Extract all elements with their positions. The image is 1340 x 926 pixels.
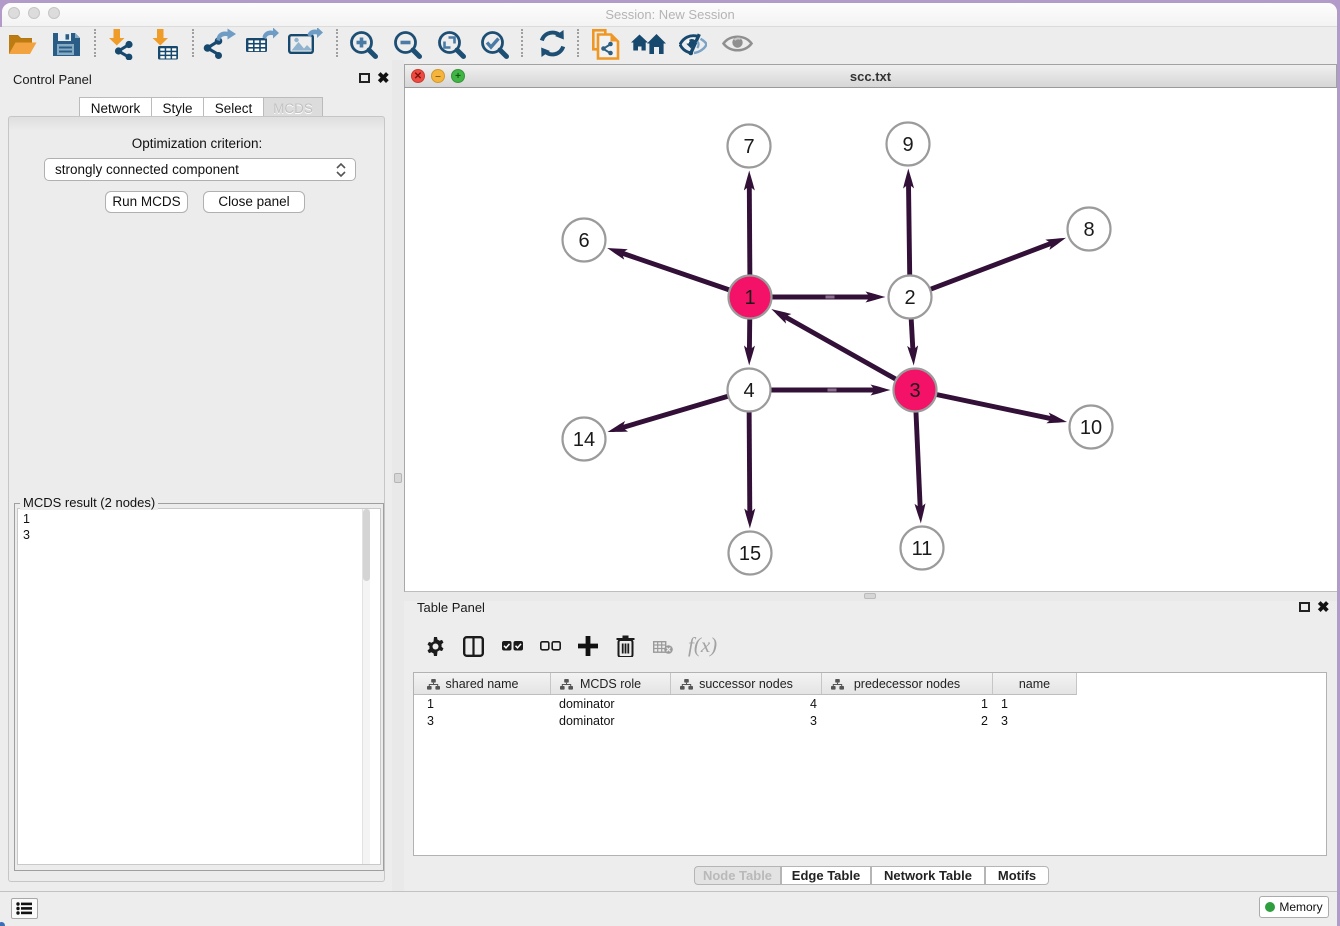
- svg-text:9: 9: [902, 134, 913, 156]
- svg-text:14: 14: [573, 429, 595, 451]
- svg-text:11: 11: [912, 538, 933, 560]
- svg-text:15: 15: [739, 543, 761, 565]
- svg-text:3: 3: [909, 380, 920, 402]
- svg-text:8: 8: [1083, 219, 1094, 241]
- svg-text:4: 4: [743, 380, 754, 402]
- svg-text:2: 2: [904, 287, 915, 309]
- svg-text:1: 1: [744, 287, 755, 309]
- svg-text:6: 6: [578, 230, 589, 252]
- svg-text:7: 7: [743, 136, 754, 158]
- svg-text:10: 10: [1080, 417, 1102, 439]
